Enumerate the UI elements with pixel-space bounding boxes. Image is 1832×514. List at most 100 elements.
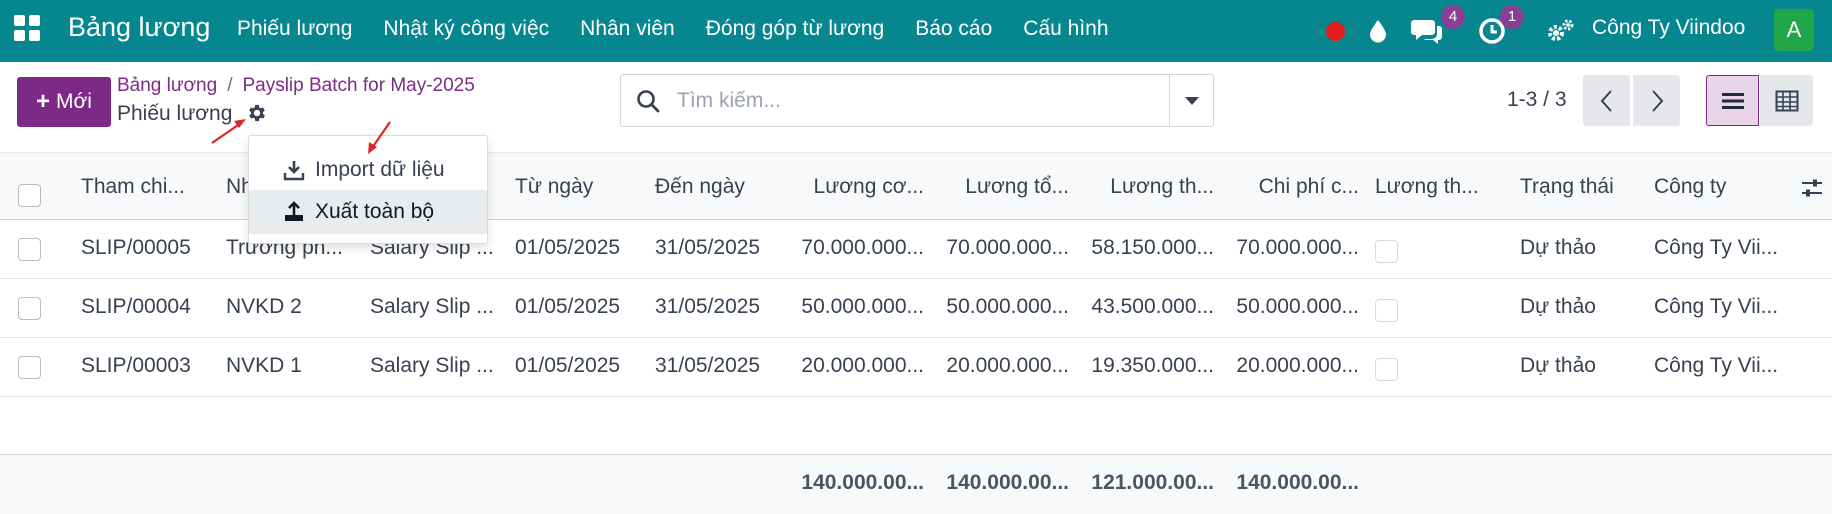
cell-company-cost: 50.000.000...	[1236, 295, 1359, 318]
search-icon	[637, 90, 660, 113]
gears-icon[interactable]	[1545, 0, 1575, 62]
cell-date-to: 31/05/2025	[655, 295, 761, 318]
pager-previous-button[interactable]	[1583, 75, 1630, 126]
new-button[interactable]: + Mới	[17, 77, 111, 127]
plus-icon: +	[36, 88, 51, 115]
total-net-wage: 121.000.00...	[1091, 471, 1214, 494]
menu-item-configuration[interactable]: Cấu hình	[1023, 17, 1108, 41]
cell-reference: SLIP/00004	[81, 295, 191, 318]
cell-company: Công Ty Vii...	[1654, 295, 1779, 318]
col-state[interactable]: Trạng thái	[1520, 175, 1635, 199]
water-drop-icon[interactable]	[1368, 0, 1388, 62]
total-company-cost: 140.000.00...	[1236, 471, 1359, 494]
list-view-button[interactable]	[1706, 75, 1759, 126]
row-checkbox[interactable]	[18, 356, 41, 379]
cell-basic-wage: 70.000.000...	[801, 236, 924, 259]
col-company-cost[interactable]: Chi phí c...	[1225, 175, 1359, 199]
cell-company: Công Ty Vii...	[1654, 236, 1779, 259]
cell-thirteenth-checkbox	[1375, 358, 1398, 381]
sliders-icon[interactable]	[1800, 177, 1824, 199]
list-view-icon	[1721, 92, 1744, 109]
company-switcher[interactable]: Công Ty Viindoo	[1592, 16, 1745, 40]
breadcrumb: Bảng lương / Payslip Batch for May-2025	[117, 75, 475, 97]
cell-gross-wage: 70.000.000...	[946, 236, 1069, 259]
cell-date-to: 31/05/2025	[655, 236, 761, 259]
menu-item-reports[interactable]: Báo cáo	[915, 17, 992, 41]
export-all-label: Xuất toàn bộ	[315, 200, 435, 223]
col-thirteenth-salary[interactable]: Lương th...	[1375, 175, 1490, 199]
new-button-label: Mới	[56, 90, 92, 113]
cell-date-from: 01/05/2025	[515, 354, 621, 377]
cell-state: Dự thảo	[1520, 295, 1596, 318]
cell-company-cost: 70.000.000...	[1236, 236, 1359, 259]
menu-item-work-log[interactable]: Nhật ký công việc	[383, 17, 549, 41]
top-navbar: Bảng lương Phiếu lương Nhật ký công việc…	[0, 0, 1832, 62]
cell-reference: SLIP/00005	[81, 236, 191, 259]
table-view-icon	[1775, 90, 1798, 111]
breadcrumb-payroll[interactable]: Bảng lương	[117, 75, 217, 96]
cell-structure: Salary Slip ...	[370, 354, 494, 377]
total-basic-wage: 140.000.00...	[801, 471, 924, 494]
cell-net-wage: 58.150.000...	[1091, 236, 1214, 259]
apps-grid-icon[interactable]	[14, 15, 40, 41]
menu-item-employees[interactable]: Nhân viên	[580, 17, 675, 41]
import-records-item[interactable]: Import dữ liệu	[249, 148, 487, 192]
table-row[interactable]: SLIP/00004 NVKD 2 Salary Slip ... 01/05/…	[0, 279, 1832, 338]
record-dot-icon[interactable]	[1326, 0, 1345, 62]
cell-net-wage: 43.500.000...	[1091, 295, 1214, 318]
import-records-label: Import dữ liệu	[315, 158, 445, 181]
col-net-wage[interactable]: Lương th...	[1080, 175, 1214, 199]
col-basic-wage[interactable]: Lương cơ...	[790, 175, 924, 199]
chat-badge: 4	[1441, 5, 1465, 29]
export-all-item[interactable]: Xuất toàn bộ	[249, 190, 487, 234]
gear-actions-menu: Import dữ liệu Xuất toàn bộ	[248, 135, 488, 244]
breadcrumb-separator: /	[227, 75, 233, 96]
main-menu: Phiếu lương Nhật ký công việc Nhân viên …	[237, 17, 1140, 41]
col-gross-wage[interactable]: Lương tổ...	[935, 175, 1069, 199]
col-date-from[interactable]: Từ ngày	[515, 175, 640, 199]
activity-badge: 1	[1500, 5, 1524, 29]
cell-date-from: 01/05/2025	[515, 295, 621, 318]
menu-item-contributions[interactable]: Đóng góp từ lương	[706, 17, 885, 41]
pivot-view-button[interactable]	[1760, 75, 1813, 126]
app-brand[interactable]: Bảng lương	[68, 12, 210, 43]
chat-icon[interactable]: 4	[1411, 0, 1465, 62]
cell-gross-wage: 20.000.000...	[946, 354, 1069, 377]
select-all-checkbox[interactable]	[18, 184, 41, 207]
pager-next-button[interactable]	[1633, 75, 1680, 126]
pager-value[interactable]: 1-3 / 3	[1507, 88, 1567, 112]
cell-date-to: 31/05/2025	[655, 354, 761, 377]
col-date-to[interactable]: Đến ngày	[655, 175, 780, 199]
cell-employee: NVKD 2	[226, 295, 302, 318]
search-options-toggle[interactable]	[1169, 75, 1214, 126]
cell-state: Dự thảo	[1520, 236, 1596, 259]
caret-down-icon	[1185, 96, 1199, 105]
cell-thirteenth-checkbox	[1375, 240, 1398, 263]
cell-state: Dự thảo	[1520, 354, 1596, 377]
row-checkbox[interactable]	[18, 238, 41, 261]
cell-company: Công Ty Vii...	[1654, 354, 1779, 377]
menu-item-payslips[interactable]: Phiếu lương	[237, 17, 352, 41]
cell-basic-wage: 20.000.000...	[801, 354, 924, 377]
chevron-left-icon	[1600, 89, 1612, 112]
col-company[interactable]: Công ty	[1654, 175, 1774, 199]
breadcrumb-batch[interactable]: Payslip Batch for May-2025	[242, 75, 474, 96]
upload-icon	[285, 201, 303, 221]
page-title: Phiếu lương	[117, 102, 233, 125]
col-reference[interactable]: Tham chi...	[81, 175, 206, 199]
cell-reference: SLIP/00003	[81, 354, 191, 377]
cell-employee: NVKD 1	[226, 354, 302, 377]
cell-company-cost: 20.000.000...	[1236, 354, 1359, 377]
table-row[interactable]: SLIP/00003 NVKD 1 Salary Slip ... 01/05/…	[0, 338, 1832, 397]
cell-gross-wage: 50.000.000...	[946, 295, 1069, 318]
cell-date-from: 01/05/2025	[515, 236, 621, 259]
cell-structure: Salary Slip ...	[370, 295, 494, 318]
avatar[interactable]: A	[1774, 9, 1814, 51]
gear-icon[interactable]	[246, 102, 268, 124]
clock-icon[interactable]: 1	[1478, 0, 1524, 62]
row-checkbox[interactable]	[18, 297, 41, 320]
download-icon	[283, 161, 305, 181]
search-input[interactable]	[677, 85, 1177, 117]
cell-net-wage: 19.350.000...	[1091, 354, 1214, 377]
table-footer-totals: 140.000.00... 140.000.00... 121.000.00..…	[0, 454, 1832, 514]
